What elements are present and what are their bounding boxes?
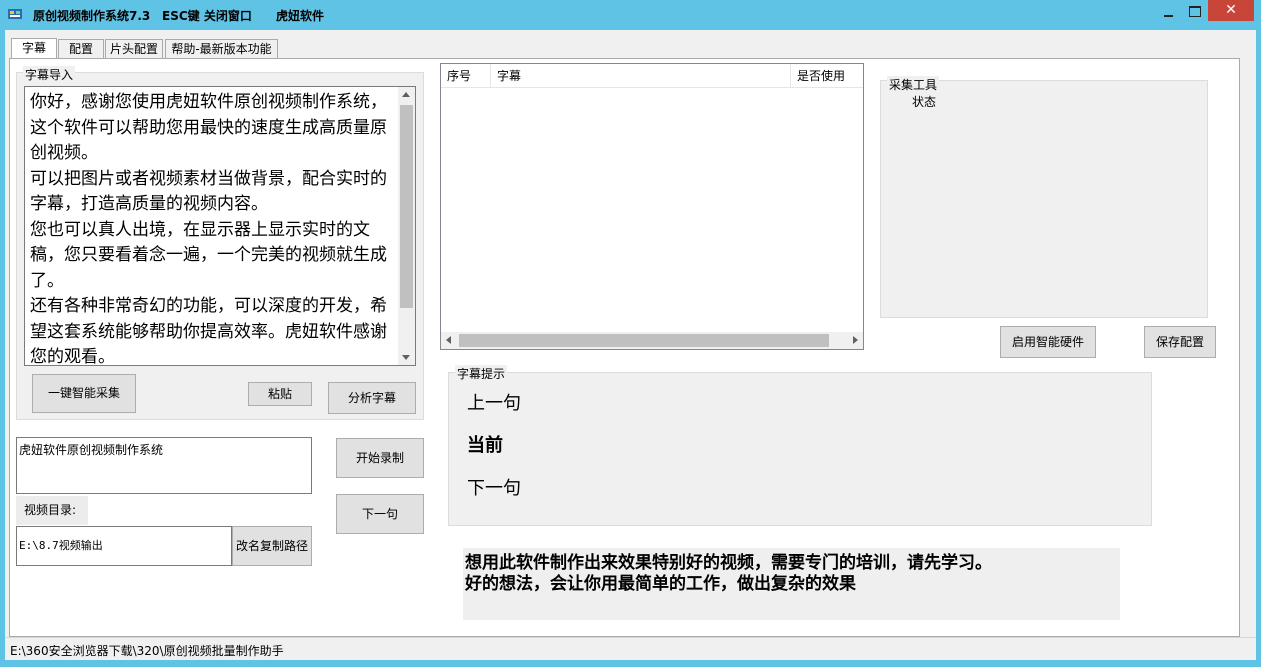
next-sentence-button[interactable]: 下一句: [336, 494, 424, 534]
analyze-subtitle-button[interactable]: 分析字幕: [328, 382, 416, 414]
company-name: 虎妞软件: [276, 9, 325, 23]
tab-intro-config[interactable]: 片头配置: [105, 39, 163, 59]
column-header-index[interactable]: 序号: [441, 64, 491, 88]
save-config-button[interactable]: 保存配置: [1144, 326, 1216, 358]
scroll-up-icon[interactable]: [402, 92, 410, 97]
window-title: 原创视频制作系统7.3: [33, 9, 151, 23]
paste-button[interactable]: 粘贴: [248, 382, 312, 406]
previous-sentence-label: 上一句: [467, 393, 521, 414]
horizontal-scrollbar[interactable]: [441, 332, 863, 349]
close-button[interactable]: ✕: [1208, 0, 1254, 21]
subtitle-list[interactable]: 序号 字幕 是否使用: [440, 63, 864, 350]
scrollbar-thumb[interactable]: [459, 334, 829, 347]
notice-box: 想用此软件制作出来效果特别好的视频，需要专门的培训，请先学习。 好的想法，会让你…: [463, 548, 1120, 620]
status-bar: E:\360安全浏览器下载\320\原创视频批量制作助手: [5, 637, 1256, 660]
column-header-subtitle[interactable]: 字幕: [491, 64, 791, 88]
current-sentence-label: 当前: [467, 435, 503, 456]
scroll-right-icon[interactable]: [853, 336, 858, 344]
project-name-field[interactable]: 虎妞软件原创视频制作系统: [16, 437, 312, 494]
esc-hint: ESC键 关闭窗口: [162, 9, 252, 23]
app-icon: [8, 7, 22, 21]
collect-tool-title: 采集工具: [887, 76, 940, 93]
maximize-button[interactable]: [1181, 2, 1207, 22]
subtitle-text: 你好，感谢您使用虎妞软件原创视频制作系统，这个软件可以帮助您用最快的速度生成高质…: [30, 92, 387, 366]
subtitle-import-title: 字幕导入: [23, 66, 76, 83]
status-label: 状态: [912, 95, 937, 109]
scroll-down-icon[interactable]: [402, 355, 410, 360]
tab-help[interactable]: 帮助-最新版本功能: [165, 39, 278, 59]
minimize-button[interactable]: [1157, 4, 1181, 22]
collect-tool-group: [880, 80, 1208, 318]
one-click-collect-button[interactable]: 一键智能采集: [32, 374, 136, 413]
subtitle-textarea[interactable]: 你好，感谢您使用虎妞软件原创视频制作系统，这个软件可以帮助您用最快的速度生成高质…: [24, 86, 416, 366]
subtitle-prompt-group: [448, 372, 1152, 526]
next-sentence-label: 下一句: [467, 478, 521, 499]
tab-config[interactable]: 配置: [58, 39, 104, 59]
scroll-left-icon[interactable]: [446, 336, 451, 344]
subtitle-prompt-title: 字幕提示: [455, 365, 508, 382]
video-dir-field[interactable]: E:\8.7视频输出: [16, 526, 232, 566]
vertical-scrollbar[interactable]: [398, 87, 415, 365]
video-dir-label: 视频目录:: [16, 496, 88, 525]
start-record-button[interactable]: 开始录制: [336, 438, 424, 478]
rename-copy-path-button[interactable]: 改名复制路径: [232, 526, 312, 566]
scrollbar-thumb[interactable]: [400, 105, 413, 308]
column-header-used[interactable]: 是否使用: [791, 64, 863, 88]
status-path: E:\360安全浏览器下载\320\原创视频批量制作助手: [10, 644, 284, 658]
notice-line-2: 好的想法，会让你用最简单的工作，做出复杂的效果: [465, 574, 856, 594]
enable-hardware-button[interactable]: 启用智能硬件: [1000, 326, 1096, 358]
tab-subtitles[interactable]: 字幕: [11, 38, 57, 60]
